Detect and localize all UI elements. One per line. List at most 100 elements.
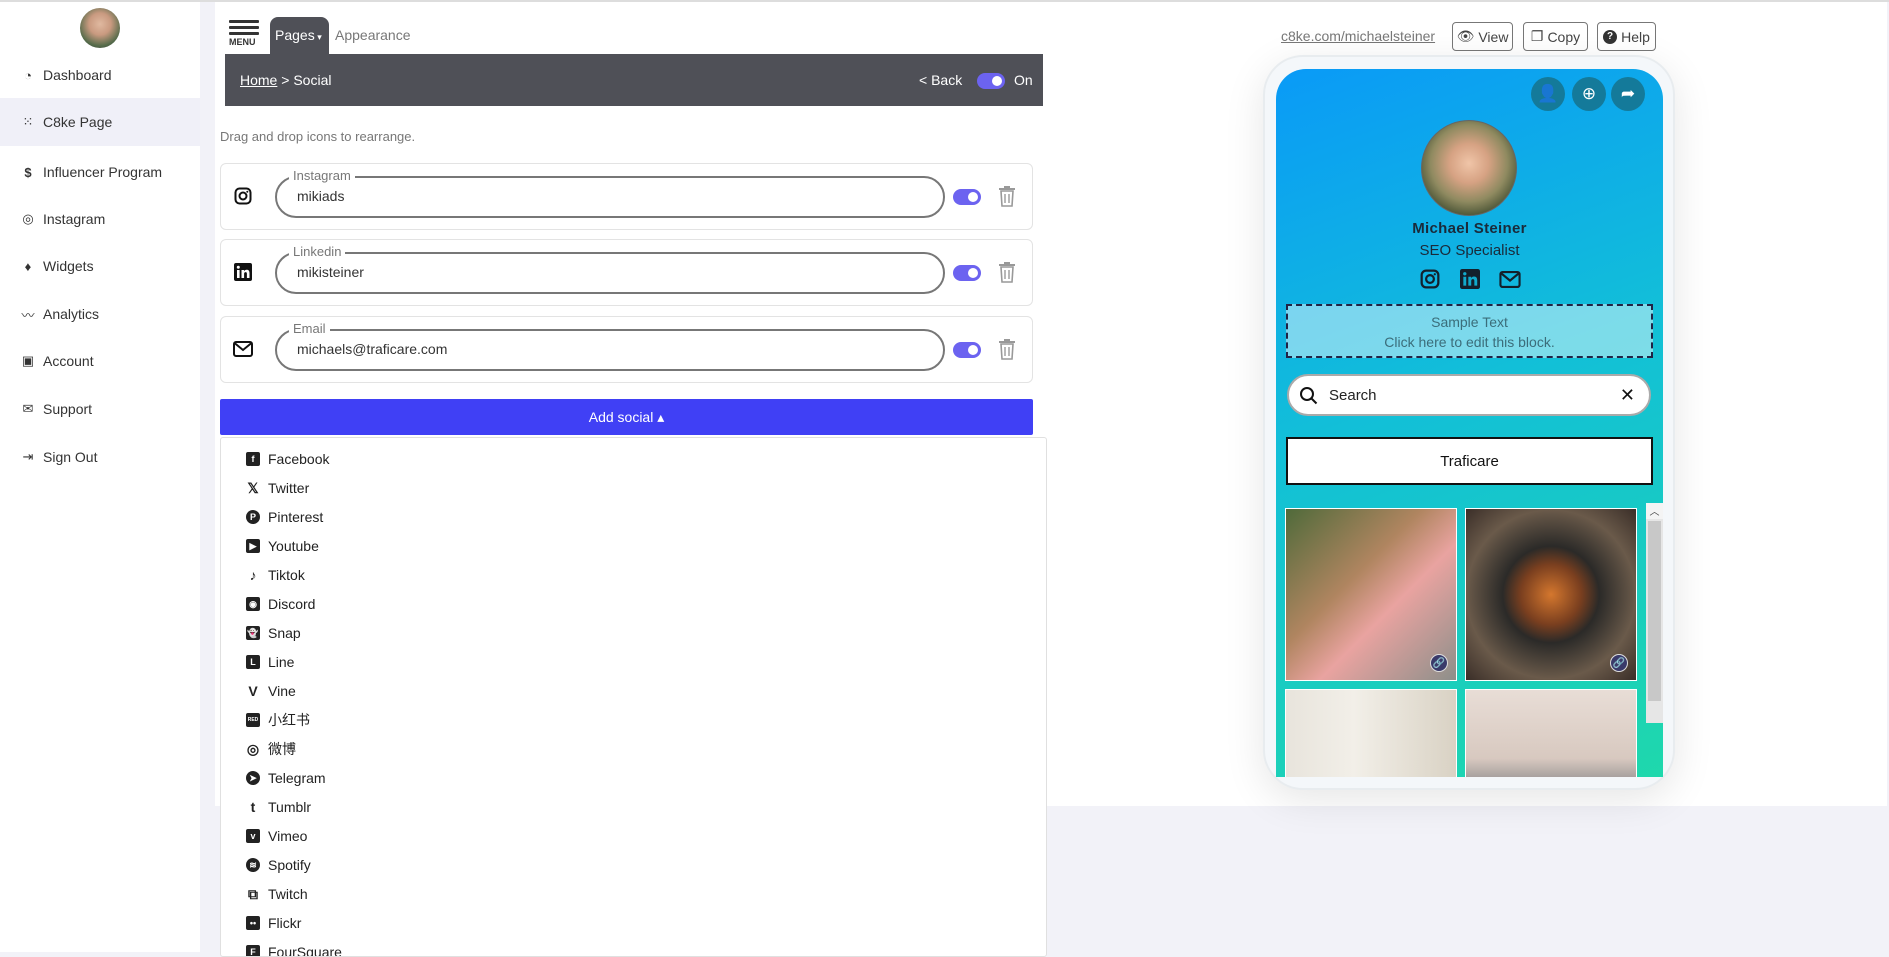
- dropdown-item-label: 小红书: [268, 712, 310, 728]
- gallery-image[interactable]: [1285, 689, 1457, 777]
- sidebar-item-analytics[interactable]: 〰 Analytics: [0, 290, 200, 338]
- preview-search-input[interactable]: Search ✕: [1287, 374, 1651, 416]
- share-button[interactable]: ➦: [1611, 77, 1645, 111]
- tiktok-icon: ♪: [249, 567, 257, 583]
- spotify-icon: ≋: [246, 858, 260, 872]
- dropdown-item-label: 微博: [268, 741, 296, 757]
- dropdown-item-tumblr[interactable]: t Tumblr: [246, 796, 311, 818]
- vimeo-icon: v: [246, 829, 260, 843]
- sidebar-item-account[interactable]: ▣ Account: [0, 337, 200, 385]
- telegram-icon: ➤: [246, 771, 260, 785]
- tab-pages[interactable]: Pages ▾: [270, 17, 329, 55]
- instagram-toggle[interactable]: [953, 189, 981, 205]
- copy-icon: ❐: [1530, 28, 1544, 44]
- sidebar-item-influencer-program[interactable]: $ Influencer Program: [0, 148, 200, 196]
- gem-icon: ♦: [24, 258, 32, 274]
- page-url-link[interactable]: c8ke.com/michaelsteiner: [1281, 28, 1435, 44]
- dropdown-item-label: Flickr: [268, 915, 302, 931]
- trash-icon[interactable]: [998, 338, 1016, 360]
- rearrange-hint: Drag and drop icons to rearrange.: [220, 129, 416, 144]
- tab-appearance[interactable]: Appearance: [335, 27, 411, 43]
- gallery-image[interactable]: [1465, 689, 1637, 777]
- trash-icon[interactable]: [998, 261, 1016, 283]
- add-social-button[interactable]: Add social ▴: [220, 399, 1033, 435]
- chart-line-icon: 〰: [21, 307, 35, 323]
- email-field[interactable]: Email michaels@traficare.com: [275, 321, 945, 371]
- dropdown-item-flickr[interactable]: •• Flickr: [246, 912, 301, 934]
- sidebar: ◔ Dashboard ⁙ C8ke Page $ Influencer Progra…: [0, 2, 200, 952]
- dropdown-item-label: Pinterest: [268, 509, 324, 525]
- add-button[interactable]: ⊕: [1572, 77, 1606, 111]
- dropdown-item-vine[interactable]: V Vine: [246, 680, 295, 702]
- dropdown-item-pinterest[interactable]: P Pinterest: [246, 506, 323, 528]
- traficare-link-button[interactable]: Traficare: [1286, 437, 1653, 485]
- instagram-field[interactable]: Instagram mikiads: [275, 168, 945, 218]
- add-contact-button[interactable]: 👤: [1531, 77, 1565, 111]
- snapchat-icon: 👻: [246, 626, 260, 640]
- instagram-icon[interactable]: [233, 186, 253, 206]
- linkedin-icon[interactable]: [233, 262, 253, 282]
- dropdown-item-label: Tiktok: [268, 567, 305, 583]
- link-icon: 🔗: [1610, 654, 1628, 672]
- gallery-image[interactable]: 🔗: [1285, 508, 1457, 681]
- dropdown-item-weibo[interactable]: ◎ 微博: [246, 738, 296, 760]
- trash-icon[interactable]: [998, 185, 1016, 207]
- email-toggle[interactable]: [953, 342, 981, 358]
- dropdown-item-xiaohongshu[interactable]: RED 小红书: [246, 709, 310, 731]
- avatar[interactable]: [80, 8, 120, 48]
- page-enabled-toggle[interactable]: [977, 73, 1005, 89]
- user-plus-icon: 👤: [1537, 84, 1559, 103]
- dropdown-item-snapchat[interactable]: 👻 Snap: [246, 622, 301, 644]
- sidebar-item-c8ke-page[interactable]: ⁙ C8ke Page: [0, 98, 200, 146]
- dropdown-item-twitch[interactable]: ⧉ Twitch: [246, 883, 308, 905]
- sidebar-item-instagram[interactable]: ◎ Instagram: [0, 195, 200, 243]
- linkedin-icon[interactable]: [1459, 268, 1481, 290]
- social-row-instagram[interactable]: Instagram mikiads: [220, 163, 1033, 230]
- caret-down-icon: ▾: [314, 32, 322, 42]
- breadcrumb-home-link[interactable]: Home: [240, 72, 277, 88]
- sidebar-item-sign-out[interactable]: ⇥ Sign Out: [0, 433, 200, 481]
- help-button[interactable]: ? Help: [1597, 22, 1656, 51]
- dollar-icon: $: [24, 164, 32, 180]
- link-icon: 🔗: [1430, 654, 1448, 672]
- linkedin-toggle[interactable]: [953, 265, 981, 281]
- search-icon: [1300, 387, 1318, 405]
- dropdown-item-foursquare[interactable]: F FourSquare: [246, 941, 342, 956]
- tumblr-icon: t: [250, 799, 256, 815]
- sidebar-item-dashboard[interactable]: ◔ Dashboard: [0, 51, 200, 99]
- sample-text-block[interactable]: Sample Text Click here to edit this block…: [1286, 304, 1653, 358]
- dropdown-item-label: Facebook: [268, 451, 330, 467]
- dropdown-item-label: Snap: [268, 625, 301, 641]
- instagram-icon[interactable]: [1419, 268, 1441, 290]
- scrollbar-thumb[interactable]: [1648, 521, 1661, 701]
- social-row-email[interactable]: Email michaels@traficare.com: [220, 316, 1033, 383]
- vine-icon: V: [248, 683, 258, 699]
- sidebar-item-widgets[interactable]: ♦ Widgets: [0, 242, 200, 290]
- sidebar-item-support[interactable]: ✉ Support: [0, 385, 200, 433]
- dropdown-item-vimeo[interactable]: v Vimeo: [246, 825, 307, 847]
- linkedin-field[interactable]: Linkedin mikisteiner: [275, 244, 945, 294]
- gallery-scrollbar[interactable]: ︿: [1646, 503, 1663, 723]
- menu-button[interactable]: MENU: [229, 20, 259, 52]
- copy-button[interactable]: ❐ Copy: [1523, 22, 1588, 51]
- dropdown-item-tiktok[interactable]: ♪ Tiktok: [246, 564, 305, 586]
- gallery-image[interactable]: 🔗: [1465, 508, 1637, 681]
- envelope-icon[interactable]: [1498, 268, 1521, 290]
- dropdown-item-youtube[interactable]: ▶ Youtube: [246, 535, 319, 557]
- dropdown-item-spotify[interactable]: ≋ Spotify: [246, 854, 311, 876]
- dropdown-item-discord[interactable]: ◉ Discord: [246, 593, 315, 615]
- dropdown-item-x-twitter[interactable]: 𝕏 Twitter: [246, 477, 309, 499]
- dropdown-item-facebook[interactable]: f Facebook: [246, 448, 329, 470]
- chevron-up-icon[interactable]: ︿: [1646, 503, 1663, 519]
- social-row-linkedin[interactable]: Linkedin mikisteiner: [220, 239, 1033, 306]
- dropdown-item-telegram[interactable]: ➤ Telegram: [246, 767, 326, 789]
- profile-social-icons: [1276, 268, 1663, 290]
- profile-name: Michael Steiner: [1412, 220, 1527, 237]
- dropdown-item-label: Discord: [268, 596, 316, 612]
- dropdown-item-label: Tumblr: [268, 799, 312, 815]
- envelope-icon[interactable]: [233, 339, 253, 359]
- view-button[interactable]: 👁 View: [1452, 22, 1513, 51]
- clear-search-icon[interactable]: ✕: [1620, 385, 1635, 406]
- dropdown-item-line[interactable]: L Line: [246, 651, 294, 673]
- back-link[interactable]: < Back: [919, 72, 962, 88]
